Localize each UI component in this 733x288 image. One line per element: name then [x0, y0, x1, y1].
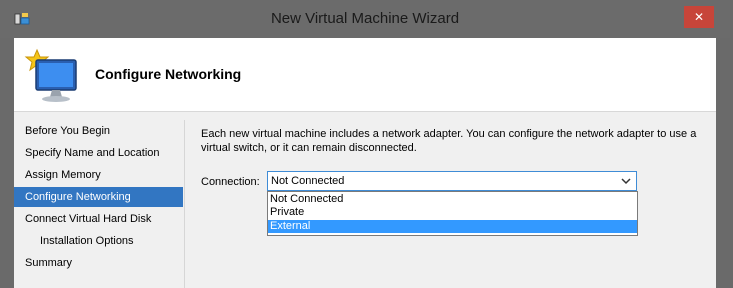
close-icon: ✕ — [693, 10, 705, 24]
option-not-connected[interactable]: Not Connected — [268, 193, 637, 206]
wizard-steps-nav: Before You Begin Specify Name and Locati… — [14, 120, 185, 288]
option-private[interactable]: Private — [268, 206, 637, 219]
wizard-body: Before You Begin Specify Name and Locati… — [14, 112, 716, 288]
new-vm-monitor-icon — [24, 48, 77, 102]
page-title: Configure Networking — [95, 66, 242, 82]
connection-dropdown-list: Not Connected Private External — [267, 191, 638, 236]
connection-label: Connection: — [201, 176, 260, 188]
window-title: New Virtual Machine Wizard — [270, 10, 460, 27]
connection-select-value: Not Connected — [271, 175, 345, 187]
nav-item-installation-options[interactable]: Installation Options — [14, 231, 183, 251]
nav-item-connect-disk[interactable]: Connect Virtual Hard Disk — [14, 209, 183, 229]
connection-select[interactable]: Not Connected — [267, 171, 637, 191]
nav-item-summary[interactable]: Summary — [14, 253, 183, 273]
window-border — [716, 38, 733, 288]
nav-item-specify-name[interactable]: Specify Name and Location — [14, 143, 183, 163]
nav-item-assign-memory[interactable]: Assign Memory — [14, 165, 183, 185]
title-bar[interactable]: New Virtual Machine Wizard ✕ — [0, 0, 730, 38]
nav-item-configure-networking[interactable]: Configure Networking — [14, 187, 183, 207]
chevron-down-icon — [621, 178, 631, 185]
close-button[interactable]: ✕ — [684, 6, 714, 28]
wizard-client-area: Configure Networking Before You Begin Sp… — [14, 38, 716, 288]
wizard-header: Configure Networking — [14, 38, 716, 112]
option-external[interactable]: External — [268, 220, 637, 233]
networking-content: Each new virtual machine includes a netw… — [200, 120, 700, 288]
wizard-window: New Virtual Machine Wizard ✕ Configure N… — [0, 0, 733, 288]
description-text: Each new virtual machine includes a netw… — [201, 128, 697, 154]
nav-item-before-you-begin[interactable]: Before You Begin — [14, 121, 183, 141]
